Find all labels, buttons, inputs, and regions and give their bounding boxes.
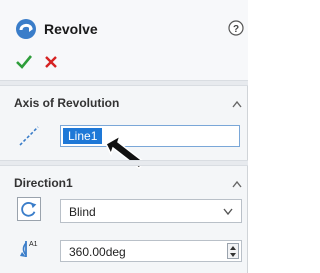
axis-selection-field[interactable]: Line1 <box>60 125 240 147</box>
chevron-down-icon <box>223 208 233 215</box>
cancel-x-button[interactable] <box>44 55 58 69</box>
feature-title: Revolve <box>44 21 98 37</box>
axis-line-icon <box>19 126 39 146</box>
section-divider <box>0 80 248 86</box>
axis-section-collapse-chevron-up-icon[interactable] <box>232 100 242 108</box>
direction-section-collapse-chevron-up-icon[interactable] <box>232 180 242 188</box>
angle-icon-label: A1 <box>29 241 38 248</box>
svg-text:?: ? <box>233 24 239 35</box>
revolve-feature-icon <box>16 19 36 39</box>
spinner-down-icon[interactable] <box>230 253 236 257</box>
axis-selected-item[interactable]: Line1 <box>63 128 103 144</box>
spinner-up-icon[interactable] <box>230 246 236 250</box>
angle-input-field[interactable]: 360.00deg <box>60 240 242 262</box>
feature-header: Revolve ? <box>0 0 248 80</box>
section-divider <box>0 160 248 166</box>
reverse-direction-button[interactable] <box>17 197 41 221</box>
ok-checkmark-button[interactable] <box>16 55 32 69</box>
end-condition-dropdown[interactable]: Blind <box>60 199 242 223</box>
angle-value[interactable]: 360.00deg <box>69 244 126 260</box>
feature-title-row: Revolve <box>14 17 98 41</box>
direction-section-title: Direction1 <box>14 176 73 190</box>
reverse-direction-icon <box>21 202 37 217</box>
end-condition-value: Blind <box>69 205 96 219</box>
property-manager-panel: Revolve ? Axis of Revolution Line1 Direc… <box>0 0 248 273</box>
angle-spinner[interactable] <box>227 243 239 259</box>
help-question-icon[interactable]: ? <box>228 20 244 36</box>
axis-section-title: Axis of Revolution <box>14 96 120 110</box>
angle-icon: A1 <box>20 241 38 257</box>
